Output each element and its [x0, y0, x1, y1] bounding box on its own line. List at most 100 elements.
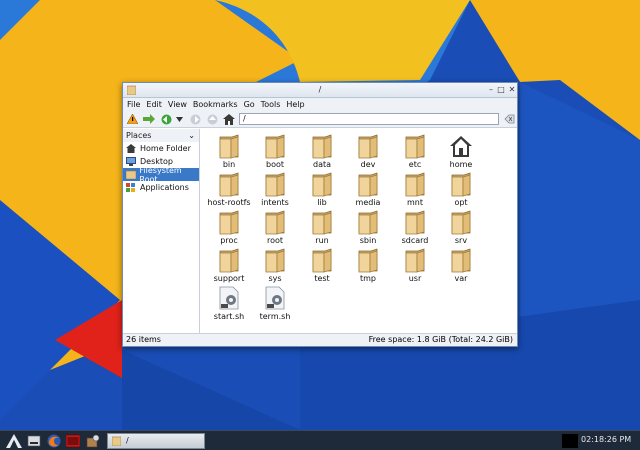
- file-item-var[interactable]: var: [438, 247, 484, 283]
- close-button[interactable]: ✕: [507, 85, 517, 95]
- file-item-home[interactable]: home: [438, 133, 484, 169]
- folder-icon: [264, 171, 286, 197]
- file-item-opt[interactable]: opt: [438, 171, 484, 207]
- file-item-proc[interactable]: proc: [206, 209, 252, 245]
- status-bar: 26 items Free space: 1.8 GiB (Total: 24.…: [123, 333, 517, 346]
- file-item-label: run: [315, 236, 329, 245]
- file-item-label: data: [312, 160, 332, 169]
- file-item-label: home: [449, 160, 473, 169]
- file-manager-window[interactable]: / – □ ✕ File Edit View Bookmarks Go Tool…: [122, 82, 518, 347]
- desktop-icon: [126, 157, 137, 167]
- folder-icon: [311, 171, 333, 197]
- warning-icon[interactable]: [126, 113, 138, 125]
- file-item-start-sh[interactable]: start.sh: [206, 285, 252, 321]
- free-space: Free space: 1.8 GiB (Total: 24.2 GiB): [368, 335, 513, 344]
- sidebar-item-filesystem-root[interactable]: Filesystem Root: [123, 166, 199, 184]
- folder-icon: [357, 171, 379, 197]
- taskbar-window-button[interactable]: /: [107, 433, 205, 449]
- file-item-dev[interactable]: dev: [345, 133, 391, 169]
- folder-icon: [311, 209, 333, 235]
- menu-file[interactable]: File: [127, 100, 140, 109]
- minimize-button[interactable]: –: [486, 85, 496, 95]
- folder-icon: [311, 133, 333, 159]
- file-item-sdcard[interactable]: sdcard: [392, 209, 438, 245]
- file-item-usr[interactable]: usr: [392, 247, 438, 283]
- sidebar-item-home-folder[interactable]: Home Folder: [123, 142, 199, 155]
- clear-location-icon[interactable]: [503, 113, 515, 125]
- file-item-label: proc: [220, 236, 238, 245]
- folder-icon: [218, 133, 240, 159]
- file-item-host-rootfs[interactable]: host-rootfs: [206, 171, 252, 207]
- menu-edit[interactable]: Edit: [146, 100, 162, 109]
- shell-script-icon: [264, 285, 286, 311]
- history-dropdown-icon[interactable]: [175, 113, 183, 125]
- file-item-mnt[interactable]: mnt: [392, 171, 438, 207]
- file-item-intents[interactable]: intents: [252, 171, 298, 207]
- system-tray-icon[interactable]: [562, 434, 578, 448]
- taskbar: / 02:18:26 PM: [0, 430, 640, 450]
- file-item-tmp[interactable]: tmp: [345, 247, 391, 283]
- file-item-bin[interactable]: bin: [206, 133, 252, 169]
- file-list[interactable]: bin boot data dev etc home host-rootfs intents l…: [203, 129, 517, 334]
- show-desktop-icon[interactable]: [27, 434, 41, 448]
- file-item-run[interactable]: run: [299, 209, 345, 245]
- location-input[interactable]: /: [239, 113, 499, 125]
- file-item-label: support: [213, 274, 245, 283]
- applications-icon: [126, 183, 137, 193]
- terminal-icon[interactable]: [65, 434, 81, 448]
- folder-icon: [264, 133, 286, 159]
- maximize-button[interactable]: □: [496, 85, 506, 95]
- window-titlebar[interactable]: / – □ ✕: [123, 83, 517, 98]
- forward-button-icon[interactable]: [189, 113, 201, 125]
- start-menu-icon[interactable]: [6, 434, 22, 448]
- up-button-icon[interactable]: [206, 113, 218, 125]
- file-item-etc[interactable]: etc: [392, 133, 438, 169]
- file-item-label: usr: [408, 274, 422, 283]
- folder-icon: [218, 209, 240, 235]
- folder-icon: [264, 247, 286, 273]
- package-manager-icon[interactable]: [86, 434, 100, 448]
- menu-help[interactable]: Help: [286, 100, 304, 109]
- home-icon[interactable]: [223, 113, 235, 125]
- folder-icon: [357, 247, 379, 273]
- folder-icon: [218, 247, 240, 273]
- file-item-srv[interactable]: srv: [438, 209, 484, 245]
- file-item-term-sh[interactable]: term.sh: [252, 285, 298, 321]
- firefox-icon[interactable]: [47, 434, 61, 448]
- sidebar-item-applications[interactable]: Applications: [123, 181, 199, 194]
- file-item-lib[interactable]: lib: [299, 171, 345, 207]
- clock[interactable]: 02:18:26 PM: [581, 435, 631, 444]
- folder-icon: [450, 209, 472, 235]
- taskbar-window-label: /: [126, 436, 129, 445]
- file-item-label: tmp: [359, 274, 376, 283]
- file-item-data[interactable]: data: [299, 133, 345, 169]
- sidebar-item-label: Applications: [140, 183, 189, 192]
- folder-icon: [404, 171, 426, 197]
- file-item-label: host-rootfs: [207, 198, 251, 207]
- new-tab-icon[interactable]: [143, 113, 155, 125]
- menu-view[interactable]: View: [168, 100, 187, 109]
- folder-icon: [311, 247, 333, 273]
- chevron-down-icon[interactable]: ⌄: [188, 129, 195, 142]
- folder-icon: [264, 209, 286, 235]
- file-item-label: sys: [268, 274, 282, 283]
- menu-bar: File Edit View Bookmarks Go Tools Help: [123, 98, 517, 111]
- menu-bookmarks[interactable]: Bookmarks: [193, 100, 238, 109]
- places-header[interactable]: Places ⌄: [123, 129, 199, 142]
- menu-tools[interactable]: Tools: [261, 100, 281, 109]
- file-item-label: term.sh: [259, 312, 291, 321]
- back-button-icon[interactable]: [160, 113, 172, 125]
- file-item-support[interactable]: support: [206, 247, 252, 283]
- file-item-root[interactable]: root: [252, 209, 298, 245]
- file-item-label: test: [314, 274, 330, 283]
- file-item-label: var: [454, 274, 468, 283]
- file-item-media[interactable]: media: [345, 171, 391, 207]
- file-item-boot[interactable]: boot: [252, 133, 298, 169]
- menu-go[interactable]: Go: [244, 100, 255, 109]
- file-item-sys[interactable]: sys: [252, 247, 298, 283]
- file-item-sbin[interactable]: sbin: [345, 209, 391, 245]
- file-item-label: bin: [222, 160, 236, 169]
- file-item-test[interactable]: test: [299, 247, 345, 283]
- folder-icon: [218, 171, 240, 197]
- folder-icon: [450, 171, 472, 197]
